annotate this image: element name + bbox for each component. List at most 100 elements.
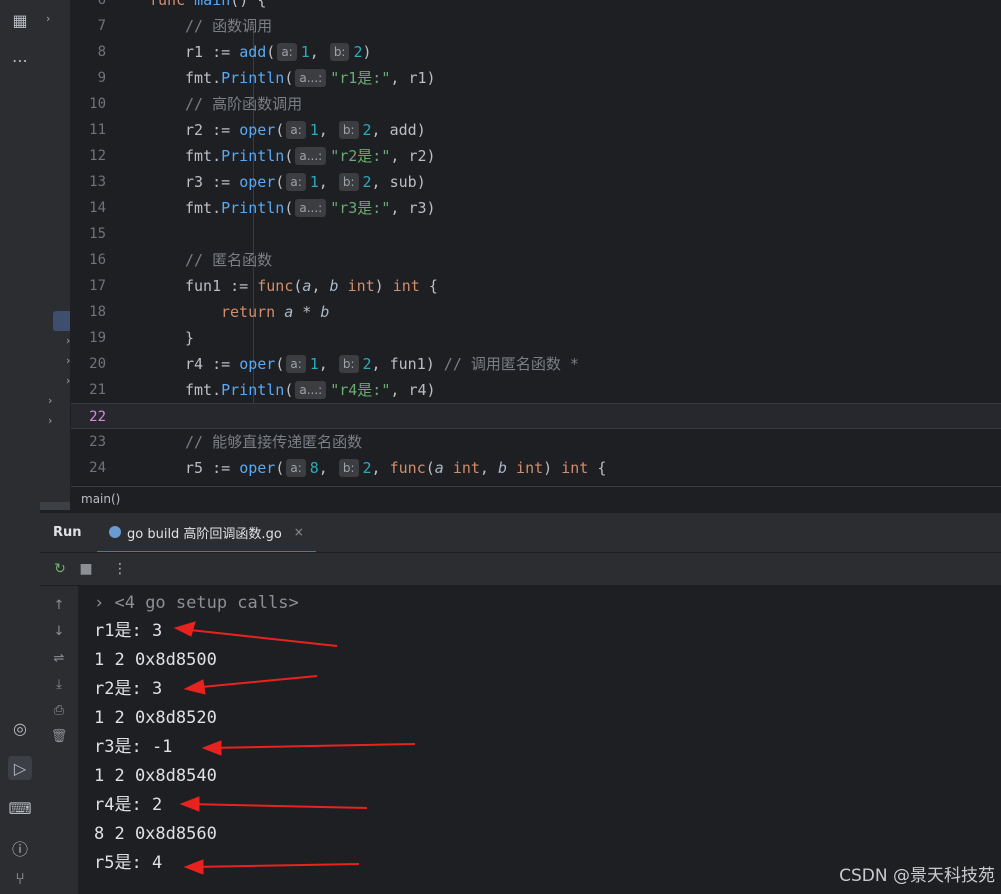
close-icon[interactable]: × <box>294 525 304 539</box>
code-line[interactable]: 10 // 高阶函数调用 <box>71 91 1001 117</box>
code-text: fmt.Println(a...: "r4是:", r4) <box>185 381 436 399</box>
code-text: // 匿名函数 <box>185 251 273 269</box>
print-icon[interactable]: ⎙ <box>50 701 68 719</box>
code-text: } <box>185 329 195 347</box>
console-output[interactable]: › <4 go setup calls> r1是: 3 1 2 0x8d8500… <box>79 586 1001 894</box>
code-text: r4 := oper(a: 1, b: 2, fun1) // 调用匿名函数 * <box>185 355 579 373</box>
line-number: 13 <box>89 174 106 190</box>
code-line[interactable]: 12 fmt.Println(a...: "r2是:", r2) <box>71 143 1001 169</box>
annotation-arrows <box>173 621 416 875</box>
tree-chevron-icon[interactable]: › <box>66 334 70 347</box>
code-text: r3 := oper(a: 1, b: 2, sub) <box>185 173 426 191</box>
code-text: fun1 := func(a, b int) int { <box>185 277 438 295</box>
line-number: 8 <box>97 44 106 60</box>
more-icon[interactable]: ⋯ <box>8 48 32 72</box>
line-number: 6 <box>97 0 106 8</box>
line-number: 15 <box>89 226 106 242</box>
code-editor[interactable]: 6 func main() { 7 // 函数调用 8 r1 := add(a:… <box>71 0 1001 486</box>
code-text: fmt.Println(a...: "r3是:", r3) <box>185 199 436 217</box>
arrow-annotation <box>173 621 338 647</box>
more-options-icon[interactable]: ⋮ <box>110 559 130 579</box>
code-text: func main() { <box>149 0 267 9</box>
code-line[interactable]: 11 r2 := oper(a: 1, b: 2, add) <box>71 117 1001 143</box>
code-text: // 函数调用 <box>185 17 273 35</box>
line-number: 10 <box>89 96 106 112</box>
trash-icon[interactable]: 🗑 <box>50 727 68 745</box>
code-text: r1 := add(a: 1, b: 2) <box>185 43 372 61</box>
code-line[interactable]: 21 fmt.Println(a...: "r4是:", r4) <box>71 377 1001 403</box>
line-number: 16 <box>89 252 106 268</box>
console-gutter: ↑ ↓ ⇌ ⤓ ⎙ 🗑 <box>40 586 79 894</box>
breadcrumb[interactable]: main() <box>71 486 1001 510</box>
code-line[interactable]: 6 func main() { <box>71 0 1001 13</box>
code-line[interactable]: 15 <box>71 221 1001 247</box>
arrow-down-icon[interactable]: ↓ <box>50 622 68 640</box>
line-number: 19 <box>89 330 106 346</box>
line-number: 21 <box>89 382 106 398</box>
arrow-annotation <box>179 796 368 812</box>
breadcrumb-item[interactable]: main() <box>81 492 120 506</box>
tree-chevron-icon[interactable]: › <box>66 354 70 367</box>
line-number: 20 <box>89 356 106 372</box>
code-text: // 能够直接传递匿名函数 <box>185 433 363 451</box>
tree-selection[interactable] <box>53 311 70 331</box>
line-number: 12 <box>89 148 106 164</box>
line-number: 23 <box>89 434 106 450</box>
code-text: // 高阶函数调用 <box>185 95 303 113</box>
tree-chevron-icon[interactable]: › <box>48 414 52 427</box>
arrow-up-icon[interactable]: ↑ <box>50 596 68 614</box>
line-number: 11 <box>89 122 106 138</box>
code-line[interactable]: 7 // 函数调用 <box>71 13 1001 39</box>
run-panel-title: Run <box>53 525 82 540</box>
code-text: r2 := oper(a: 1, b: 2, add) <box>185 121 426 139</box>
watermark: CSDN @景天科技苑 <box>839 866 995 886</box>
code-line[interactable]: 17 fun1 := func(a, b int) int { <box>71 273 1001 299</box>
tree-chevron-icon[interactable]: › <box>48 394 52 407</box>
scroll-to-end-icon[interactable]: ⤓ <box>50 675 68 693</box>
line-number: 24 <box>89 460 106 476</box>
code-line[interactable]: 18 return a * b <box>71 299 1001 325</box>
project-tree: › › › › › › <box>40 0 71 510</box>
left-tool-strip: ▦ ⋯ ◎ ▷ ⌨ ⓘ ⑂ <box>0 0 41 894</box>
code-line[interactable]: 8 r1 := add(a: 1, b: 2) <box>71 39 1001 65</box>
line-number: 17 <box>89 278 106 294</box>
code-text: fmt.Println(a...: "r2是:", r2) <box>185 147 436 165</box>
code-line[interactable]: 9 fmt.Println(a...: "r1是:", r1) <box>71 65 1001 91</box>
arrow-annotation <box>183 675 318 695</box>
rerun-icon[interactable]: ↻ <box>50 559 70 579</box>
arrow-annotation <box>183 859 360 875</box>
soft-wrap-icon[interactable]: ⇌ <box>50 649 68 667</box>
run-icon[interactable]: ▷ <box>8 756 32 780</box>
code-text: r5 := oper(a: 8, b: 2, func(a int, b int) … <box>185 459 607 477</box>
stop-icon[interactable]: ■ <box>76 559 96 579</box>
current-line[interactable]: 22 <box>71 403 1001 429</box>
line-number: 14 <box>89 200 106 216</box>
code-text: return a * b <box>221 303 330 321</box>
problems-icon[interactable]: ⓘ <box>8 836 32 860</box>
tree-chevron-icon[interactable]: › <box>46 12 50 25</box>
code-line[interactable]: 20 r4 := oper(a: 1, b: 2, fun1) // 调用匿名函数 … <box>71 351 1001 377</box>
code-line[interactable]: 24 r5 := oper(a: 8, b: 2, func(a int, b in… <box>71 455 1001 481</box>
services-icon[interactable]: ◎ <box>8 716 32 740</box>
line-number: 22 <box>89 409 106 425</box>
code-line[interactable]: 23 // 能够直接传递匿名函数 <box>71 429 1001 455</box>
code-line[interactable]: 16 // 匿名函数 <box>71 247 1001 273</box>
git-icon[interactable]: ⑂ <box>8 866 32 890</box>
code-text: fmt.Println(a...: "r1是:", r1) <box>185 69 436 87</box>
run-tab-label: go build 高阶回调函数.go <box>127 526 282 542</box>
line-number: 7 <box>97 18 106 34</box>
run-tab[interactable]: go build 高阶回调函数.go × <box>97 513 316 553</box>
code-line[interactable]: 13 r3 := oper(a: 1, b: 2, sub) <box>71 169 1001 195</box>
tree-chevron-icon[interactable]: › <box>66 374 70 387</box>
line-number: 18 <box>89 304 106 320</box>
run-toolbar: ↻ ■ ⋮ <box>40 552 1001 586</box>
code-line[interactable]: 19 } <box>71 325 1001 351</box>
structure-icon[interactable]: ▦ <box>8 8 32 32</box>
code-line[interactable]: 14 fmt.Println(a...: "r3是:", r3) <box>71 195 1001 221</box>
arrow-annotation <box>201 740 416 756</box>
tree-scrollbar[interactable] <box>40 502 70 510</box>
run-panel-header: Run go build 高阶回调函数.go × <box>40 512 1001 553</box>
go-file-icon <box>109 526 121 538</box>
line-number: 9 <box>97 70 106 86</box>
terminal-icon[interactable]: ⌨ <box>8 796 32 820</box>
